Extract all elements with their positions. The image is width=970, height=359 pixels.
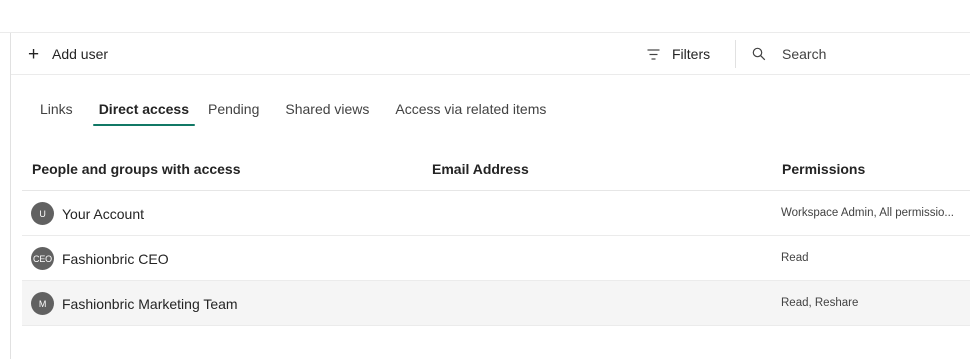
table-row[interactable]: CEO Fashionbric CEO Read	[22, 236, 970, 281]
add-user-label: Add user	[52, 46, 109, 62]
tab-shared-views[interactable]: Shared views	[285, 95, 369, 128]
filters-button[interactable]: Filters	[647, 33, 710, 75]
command-bar: + Add user Filters Search	[11, 33, 970, 75]
member-name: Fashionbric Marketing Team	[62, 296, 238, 312]
plus-icon: +	[28, 43, 40, 65]
tab-pending[interactable]: Pending	[208, 95, 259, 128]
add-user-button[interactable]: + Add user	[28, 33, 108, 75]
access-table: People and groups with access Email Addr…	[22, 148, 970, 326]
top-bar	[0, 0, 970, 33]
column-header-email[interactable]: Email Address	[432, 161, 529, 177]
column-header-name[interactable]: People and groups with access	[32, 161, 241, 177]
member-permissions: Read, Reshare	[781, 297, 859, 309]
tab-direct-access[interactable]: Direct access	[92, 95, 196, 128]
member-name: Fashionbric CEO	[62, 251, 169, 267]
column-header-permissions[interactable]: Permissions	[782, 161, 865, 177]
manage-access-page: + Add user Filters Search Links Direct a…	[0, 0, 970, 359]
avatar: M	[31, 292, 54, 315]
search-placeholder: Search	[782, 46, 827, 62]
table-row[interactable]: U Your Account Workspace Admin, All perm…	[22, 191, 970, 236]
table-header: People and groups with access Email Addr…	[22, 148, 970, 191]
avatar: U	[31, 202, 54, 225]
left-divider	[10, 33, 11, 359]
toolbar-divider	[735, 40, 736, 68]
search-icon	[752, 47, 766, 61]
member-permissions: Workspace Admin, All permissio...	[781, 207, 954, 219]
tab-access-via-related-items[interactable]: Access via related items	[395, 95, 546, 128]
filters-label: Filters	[672, 46, 711, 62]
avatar: CEO	[31, 247, 54, 270]
member-name: Your Account	[62, 206, 144, 222]
member-permissions: Read	[781, 252, 809, 264]
table-row[interactable]: M Fashionbric Marketing Team Read, Resha…	[22, 281, 970, 326]
access-tabs: Links Direct access Pending Shared views…	[40, 95, 546, 128]
tab-links[interactable]: Links	[40, 95, 73, 128]
filter-icon	[647, 48, 660, 60]
search-input[interactable]: Search	[752, 33, 970, 75]
